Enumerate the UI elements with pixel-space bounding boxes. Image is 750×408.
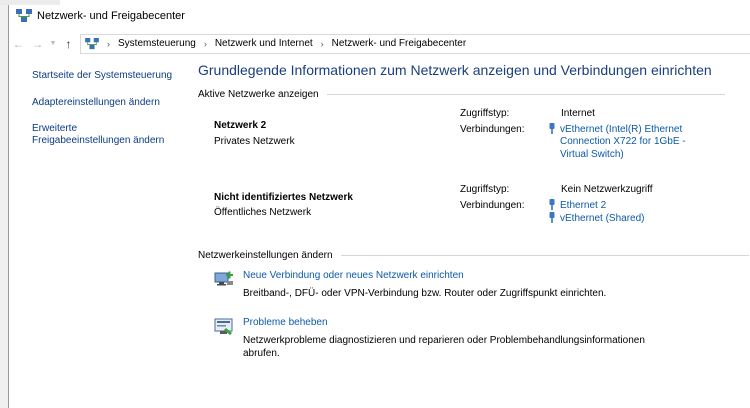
network-settings-header: Netzwerkeinstellungen ändern — [198, 250, 749, 261]
troubleshoot-icon — [214, 318, 233, 335]
arrow-up-icon[interactable]: ↑ — [59, 34, 78, 54]
new-connection-link[interactable]: Neue Verbindung oder neues Netzwerk einr… — [243, 270, 464, 281]
address-bar[interactable]: › Systemsteuerung › Netzwerk und Interne… — [80, 33, 750, 54]
sidebar-link-adapter[interactable]: Adaptereinstellungen ändern — [32, 97, 190, 109]
sidebar-link-startseite[interactable]: Startseite der Systemsteuerung — [32, 70, 190, 82]
connections-label: Verbindungen: — [460, 124, 525, 135]
breadcrumb-freigabecenter[interactable]: Netzwerk- und Freigabecenter — [332, 38, 467, 49]
network-name: Nicht identifiziertes Netzwerk — [214, 192, 353, 203]
connection-link-ethernet-2[interactable]: Ethernet 2 — [560, 200, 606, 212]
network-center-icon — [85, 37, 99, 49]
arrow-left-icon[interactable]: ← — [9, 34, 28, 54]
background-window-edge-top — [0, 0, 60, 5]
troubleshoot-description-continued: abrufen. — [243, 348, 280, 359]
ethernet-plug-icon — [549, 123, 555, 134]
sidebar: Startseite der Systemsteuerung Adapterei… — [9, 56, 190, 408]
sidebar-link-freigabe[interactable]: Erweiterte Freigabeeinstellungen ändern — [32, 123, 190, 147]
access-type-label: Zugriffstyp: — [460, 184, 510, 195]
breadcrumb-netzwerk-internet[interactable]: Netzwerk und Internet — [215, 38, 313, 49]
network-center-icon — [16, 8, 32, 22]
window-title: Netzwerk- und Freigabecenter — [37, 9, 185, 22]
chevron-right-icon[interactable]: › — [204, 39, 207, 49]
ethernet-plug-icon — [549, 199, 555, 210]
active-networks-header: Aktive Netzwerke anzeigen — [198, 89, 725, 100]
access-type-value: Kein Netzwerkzugriff — [561, 184, 653, 195]
breadcrumb-systemsteuerung[interactable]: Systemsteuerung — [118, 38, 196, 49]
new-connection-description: Breitband-, DFÜ- oder VPN-Verbindung bzw… — [243, 288, 607, 299]
chevron-right-icon[interactable]: › — [107, 39, 110, 49]
page-title: Grundlegende Informationen zum Netzwerk … — [198, 62, 712, 78]
network-type: Privates Netzwerk — [214, 136, 295, 147]
connection-link-vethernet-shared[interactable]: vEthernet (Shared) — [560, 213, 645, 225]
arrow-right-icon[interactable]: → — [28, 34, 47, 54]
network-name: Netzwerk 2 — [214, 120, 267, 131]
access-type-label: Zugriffstyp: — [460, 108, 510, 119]
access-type-value: Internet — [561, 108, 595, 119]
chevron-right-icon[interactable]: › — [321, 39, 324, 49]
troubleshoot-description: Netzwerkprobleme diagnostizieren und rep… — [243, 335, 645, 346]
navigation-bar: ← → ▼ ↑ › Systemsteuerung › Netzwerk und… — [9, 31, 750, 56]
network-type: Öffentliches Netzwerk — [214, 207, 312, 218]
connections-label: Verbindungen: — [460, 200, 525, 211]
title-bar[interactable]: Netzwerk- und Freigabecenter — [9, 0, 750, 31]
ethernet-plug-icon — [549, 212, 555, 223]
troubleshoot-link[interactable]: Probleme beheben — [243, 317, 328, 328]
background-window-edge — [0, 0, 9, 408]
chevron-down-icon[interactable]: ▼ — [47, 34, 59, 54]
new-connection-icon — [214, 271, 233, 286]
